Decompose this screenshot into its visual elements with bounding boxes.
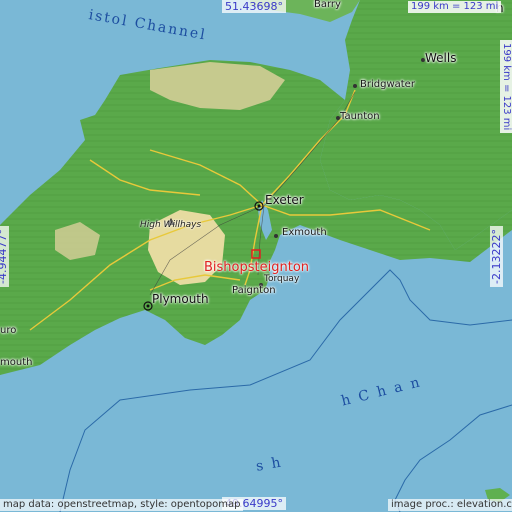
coord-left: -4.94477° <box>0 226 9 287</box>
plymouth-label: Plymouth <box>152 292 209 306</box>
coord-top: 51.43698° <box>222 0 286 13</box>
torquay-label: Torquay <box>264 274 300 284</box>
high-willhays-label: High Willhays <box>140 220 202 230</box>
map[interactable]: istol Channel h C h a n s h Barry Wells … <box>0 0 512 512</box>
exeter-dot <box>257 204 261 208</box>
bishopsteignton-label: Bishopsteignton <box>204 260 310 275</box>
barry-label: Barry <box>314 0 341 10</box>
coord-right: -2.13222° <box>489 226 503 287</box>
bridgwater-marker <box>353 84 357 88</box>
falmouth-label: mouth <box>0 357 33 368</box>
taunton-label: Taunton <box>340 111 380 122</box>
image-proc-credit: image proc.: elevation.city <box>388 499 512 511</box>
scale-vertical: 199 km = 123 mi <box>500 40 512 134</box>
scale-horizontal: 199 km = 123 mi <box>408 1 502 13</box>
map-data-credit: map data: openstreetmap, style: opentopo… <box>0 499 244 511</box>
exmouth-marker <box>274 234 278 238</box>
paignton-label: Paignton <box>232 285 276 296</box>
exmouth-label: Exmouth <box>282 227 327 238</box>
wells-label: Wells <box>425 51 457 65</box>
terrain-layer <box>0 0 512 512</box>
plymouth-dot <box>146 304 150 308</box>
truro-label: uro <box>0 325 17 336</box>
bridgwater-label: Bridgwater <box>360 79 415 90</box>
exeter-label: Exeter <box>265 193 304 207</box>
